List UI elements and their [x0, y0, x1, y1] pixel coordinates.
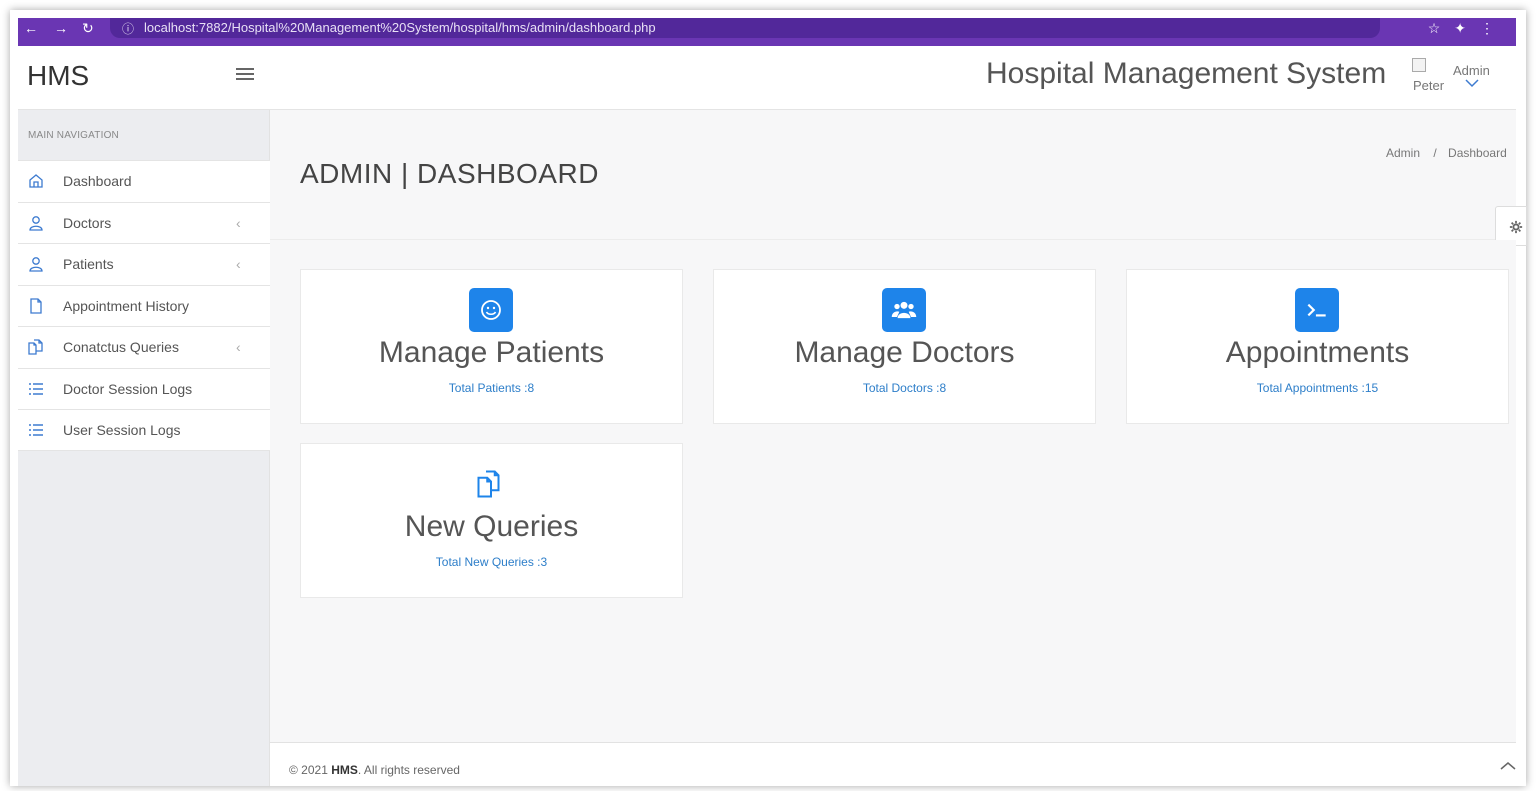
- sidebar-item-user-session-logs[interactable]: User Session Logs: [18, 409, 270, 451]
- card-appointments[interactable]: Appointments Total Appointments :15: [1126, 269, 1509, 424]
- main-content: ADMIN | DASHBOARD Admin / Dashboard Mana…: [270, 110, 1527, 742]
- sidebar-item-doctor-session-logs[interactable]: Doctor Session Logs: [18, 367, 270, 410]
- breadcrumb-item-admin[interactable]: Admin: [1386, 146, 1420, 160]
- terminal-icon: [1295, 288, 1339, 332]
- user-role-label[interactable]: Admin: [1453, 63, 1490, 78]
- copyright-prefix: © 2021: [289, 763, 328, 777]
- top-header: Hospital Management System Peter Admin: [270, 46, 1516, 110]
- sidebar-item-doctors[interactable]: Doctors ‹: [18, 201, 270, 244]
- chevron-left-icon: ‹: [236, 256, 241, 273]
- avatar[interactable]: Peter: [1408, 58, 1448, 98]
- sidebar: HMS Main Navigation Dashboard Doctors ‹ …: [18, 46, 270, 786]
- home-icon: [29, 174, 43, 188]
- nav-caption: Main Navigation: [28, 130, 119, 141]
- card-count-link[interactable]: Total Doctors :8: [714, 381, 1095, 395]
- sidebar-item-dashboard[interactable]: Dashboard: [18, 160, 270, 202]
- files-icon: [28, 339, 43, 355]
- card-title: Appointments: [1225, 336, 1410, 369]
- users-icon: [882, 288, 926, 332]
- smile-icon: [469, 288, 513, 332]
- card-count-link[interactable]: Total Appointments :15: [1127, 381, 1508, 395]
- page-header: ADMIN | DASHBOARD Admin / Dashboard: [270, 110, 1516, 240]
- card-title: New Queries: [404, 510, 579, 543]
- card-title: Manage Doctors: [794, 336, 1015, 369]
- hamburger-menu-icon[interactable]: [236, 68, 254, 82]
- sidebar-item-patients[interactable]: Patients ‹: [18, 243, 270, 285]
- url-text[interactable]: localhost:7882/Hospital%20Management%20S…: [144, 20, 656, 35]
- chevron-up-icon[interactable]: [1500, 761, 1516, 771]
- brand-logo[interactable]: HMS: [27, 60, 89, 92]
- page-title: ADMIN | DASHBOARD: [300, 158, 599, 189]
- sidebar-item-label: Patients: [63, 256, 114, 273]
- sidebar-item-label: Dashboard: [63, 173, 132, 190]
- files-icon: [469, 462, 513, 506]
- info-icon[interactable]: ⓘ: [122, 20, 134, 37]
- sidebar-item-label: Doctors: [63, 214, 112, 231]
- card-count-link[interactable]: Total New Queries :3: [301, 555, 682, 569]
- sidebar-item-label: Appointment History: [63, 297, 190, 314]
- reload-icon[interactable]: ↻: [82, 20, 94, 37]
- chevron-down-icon[interactable]: [1465, 78, 1479, 88]
- brand-row: HMS: [18, 46, 270, 110]
- gear-icon: [1509, 220, 1523, 234]
- card-new-queries[interactable]: New Queries Total New Queries :3: [300, 443, 683, 598]
- chevron-left-icon: ‹: [236, 214, 241, 231]
- broken-image-icon: [1412, 58, 1426, 72]
- user-icon: [29, 257, 43, 272]
- copyright-brand: HMS: [331, 763, 358, 777]
- breadcrumb: Admin / Dashboard: [1386, 146, 1507, 160]
- back-icon[interactable]: ←: [24, 20, 38, 36]
- browser-extension-icons[interactable]: ☆✦⋮: [1428, 20, 1508, 37]
- sidebar-item-label: Doctor Session Logs: [63, 380, 193, 397]
- dashboard-cards: Manage Patients Total Patients :8 Manage…: [270, 240, 1516, 650]
- sidebar-item-contactus-queries[interactable]: Conatctus Queries ‹: [18, 326, 270, 368]
- file-icon: [30, 298, 42, 314]
- list-icon: [29, 424, 43, 436]
- browser-toolbar: ← → ↻ ⓘ localhost:7882/Hospital%20Manage…: [18, 18, 1516, 46]
- address-bar[interactable]: ⓘ localhost:7882/Hospital%20Management%2…: [110, 18, 1380, 38]
- list-icon: [29, 383, 43, 395]
- breadcrumb-item-dashboard: Dashboard: [1448, 146, 1507, 160]
- card-manage-doctors[interactable]: Manage Doctors Total Doctors :8: [713, 269, 1096, 424]
- copyright-suffix: . All rights reserved: [357, 763, 460, 777]
- card-count-link[interactable]: Total Patients :8: [301, 381, 682, 395]
- user-icon: [29, 215, 43, 231]
- copyright-text: © 2021 HMS. All rights reserved: [289, 763, 460, 777]
- sidebar-item-label: User Session Logs: [63, 421, 181, 438]
- chevron-left-icon: ‹: [236, 339, 241, 356]
- sidebar-item-appointment-history[interactable]: Appointment History: [18, 284, 270, 327]
- breadcrumb-separator: /: [1433, 146, 1437, 160]
- footer: © 2021 HMS. All rights reserved: [270, 742, 1516, 786]
- sidebar-item-label: Conatctus Queries: [63, 339, 179, 356]
- forward-icon[interactable]: →: [54, 20, 68, 36]
- card-title: Manage Patients: [378, 336, 605, 369]
- app-title: Hospital Management System: [986, 57, 1387, 90]
- nav-list: Dashboard Doctors ‹ Patients ‹ Appointme…: [18, 160, 270, 451]
- card-manage-patients[interactable]: Manage Patients Total Patients :8: [300, 269, 683, 424]
- avatar-alt-text: Peter: [1413, 78, 1445, 93]
